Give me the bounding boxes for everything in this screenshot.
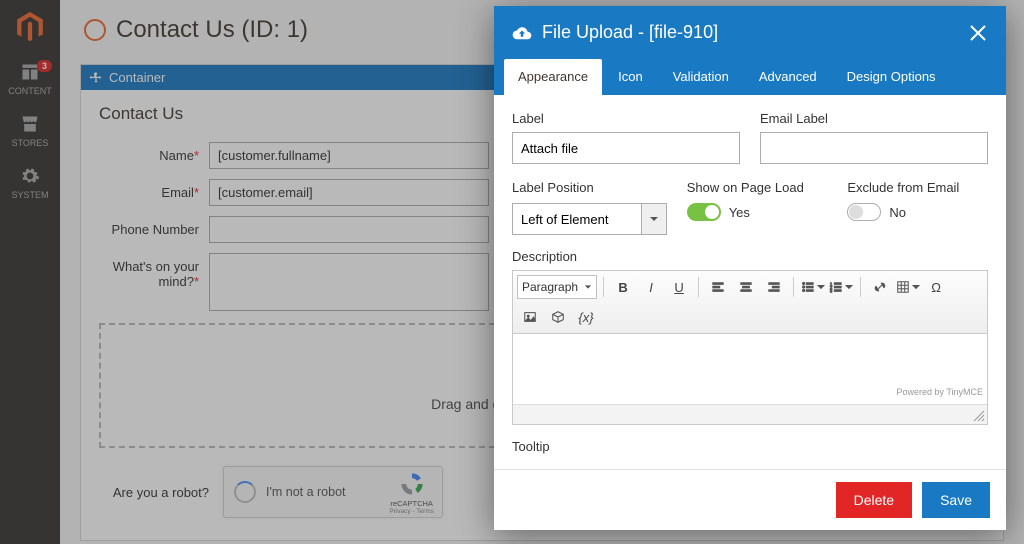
- label-position-label: Label Position: [512, 180, 667, 195]
- label-position-select[interactable]: Left of Element: [512, 203, 667, 235]
- tab-icon[interactable]: Icon: [604, 59, 657, 95]
- modal-tabs: Appearance Icon Validation Advanced Desi…: [494, 59, 1006, 95]
- save-button[interactable]: Save: [922, 482, 990, 518]
- delete-button[interactable]: Delete: [836, 482, 912, 518]
- exclude-email-toggle[interactable]: [847, 203, 881, 221]
- bold-button[interactable]: B: [610, 275, 636, 299]
- label-label: Label: [512, 111, 740, 126]
- rich-text-editor: Paragraph B I U 123 Ω {x}: [512, 270, 988, 425]
- tab-appearance[interactable]: Appearance: [504, 59, 602, 95]
- show-on-load-toggle[interactable]: [687, 203, 721, 221]
- editor-toolbar: Paragraph B I U 123 Ω {x}: [513, 271, 987, 334]
- exclude-email-label: Exclude from Email: [847, 180, 988, 195]
- link-button[interactable]: [867, 275, 893, 299]
- align-center-button[interactable]: [733, 275, 759, 299]
- email-label-label: Email Label: [760, 111, 988, 126]
- modal-body: Label Email Label Label Position Left of…: [494, 95, 1006, 469]
- label-input[interactable]: [512, 132, 740, 164]
- email-label-input[interactable]: [760, 132, 988, 164]
- modal-footer: Delete Save: [494, 469, 1006, 530]
- description-label: Description: [512, 249, 988, 264]
- chevron-down-icon[interactable]: [641, 203, 667, 235]
- widget-button[interactable]: [545, 305, 571, 329]
- omega-button[interactable]: Ω: [923, 275, 949, 299]
- resize-handle[interactable]: [973, 410, 985, 422]
- format-select[interactable]: Paragraph: [517, 275, 597, 299]
- cloud-icon: [512, 24, 532, 42]
- show-on-load-label: Show on Page Load: [687, 180, 828, 195]
- tooltip-label: Tooltip: [512, 439, 988, 454]
- close-button[interactable]: [968, 23, 988, 43]
- tab-advanced[interactable]: Advanced: [745, 59, 831, 95]
- italic-button[interactable]: I: [638, 275, 664, 299]
- bullet-list-button[interactable]: [800, 275, 826, 299]
- svg-text:3: 3: [830, 288, 833, 293]
- number-list-button[interactable]: 123: [828, 275, 854, 299]
- modal-title: File Upload - [file-910]: [542, 22, 718, 43]
- table-button[interactable]: [895, 275, 921, 299]
- image-button[interactable]: [517, 305, 543, 329]
- variable-button[interactable]: {x}: [573, 305, 599, 329]
- file-upload-modal: File Upload - [file-910] Appearance Icon…: [494, 6, 1006, 530]
- modal-header: File Upload - [file-910]: [494, 6, 1006, 59]
- underline-button[interactable]: U: [666, 275, 692, 299]
- align-right-button[interactable]: [761, 275, 787, 299]
- tinymce-credit: Powered by TinyMCE: [896, 387, 983, 397]
- align-left-button[interactable]: [705, 275, 731, 299]
- tab-validation[interactable]: Validation: [659, 59, 743, 95]
- tab-design-options[interactable]: Design Options: [833, 59, 950, 95]
